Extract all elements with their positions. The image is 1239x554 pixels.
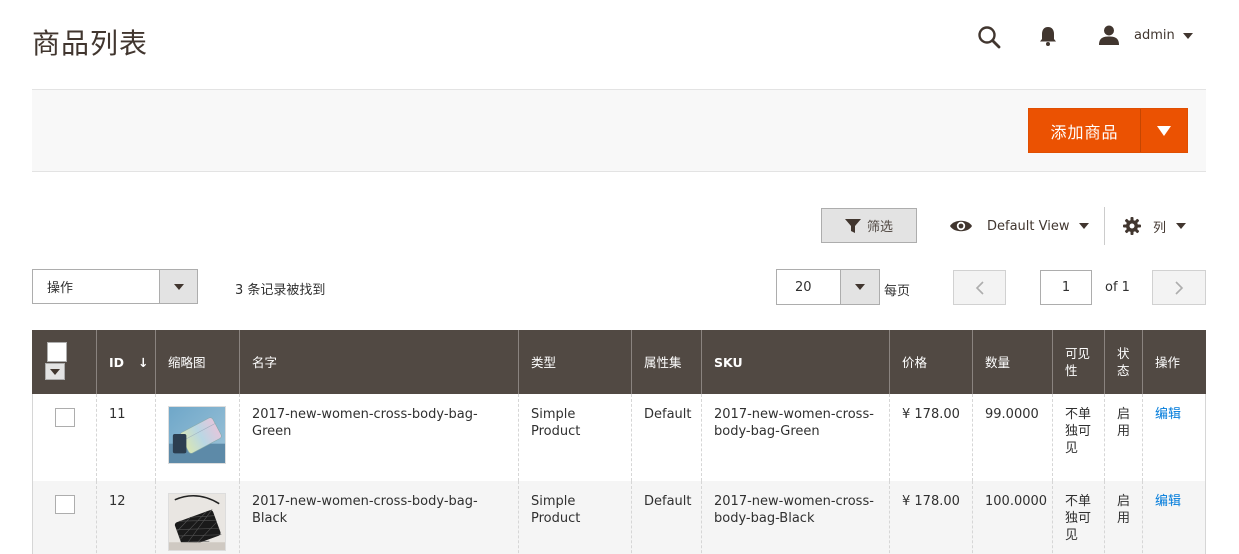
chevron-down-icon [1157,125,1171,136]
chevron-down-icon [173,283,184,290]
select-all-toggle[interactable] [45,363,65,380]
column-header-sku[interactable]: SKU [701,330,890,394]
cell-price: ¥ 178.00 [889,394,973,481]
cell-thumbnail [155,394,240,481]
chevron-down-icon [855,284,865,290]
product-thumbnail-image[interactable] [168,406,226,464]
cell-quantity: 100.0000 [972,481,1053,554]
filters-button[interactable]: 筛选 [821,208,917,243]
column-header-price[interactable]: 价格 [889,330,973,394]
search-icon[interactable] [976,24,1002,50]
column-header-type[interactable]: 类型 [518,330,632,394]
cell-attribute-set: Default [631,481,702,554]
per-page-label: 每页 [884,284,911,299]
cell-name: 2017-new-women-cross-body-bag-Green [239,394,519,481]
per-page-select[interactable]: 20 [776,269,880,305]
cell-sku: 2017-new-women-cross-body-bag-Green [701,394,890,481]
mass-actions-toggle[interactable] [159,270,197,303]
mass-actions-label: 操作 [47,281,74,296]
chevron-down-icon [1176,223,1187,229]
chevron-down-icon [1079,223,1090,229]
select-all-header[interactable] [32,330,97,394]
cell-thumbnail [155,481,240,554]
cell-id: 12 [96,481,156,554]
add-product-dropdown-toggle[interactable] [1141,109,1187,152]
column-header-visibility[interactable]: 可见性 [1052,330,1105,394]
add-product-label[interactable]: 添加商品 [1029,109,1140,152]
view-switcher[interactable]: Default View [949,214,1090,238]
per-page-value: 20 [795,279,812,295]
user-icon [1099,25,1119,45]
column-header-status[interactable]: 状态 [1104,330,1143,394]
per-page-toggle[interactable] [840,270,879,304]
gear-icon [1123,217,1141,235]
cell-action: 编辑 [1142,394,1206,481]
cell-visibility: 不单独可见 [1052,394,1105,481]
user-menu[interactable]: admin [1098,22,1193,48]
add-product-button[interactable]: 添加商品 [1028,108,1188,153]
row-checkbox[interactable] [55,408,75,427]
chevron-left-icon [975,280,984,295]
records-found: 3 条记录被找到 [235,283,326,298]
column-header-quantity[interactable]: 数量 [972,330,1053,394]
table-row[interactable]: 11 2017-new-women-cross-body-bag-Green S… [32,394,1206,481]
chevron-right-icon [1175,280,1184,295]
view-label: Default View [987,218,1070,234]
column-header-thumbnail: 缩略图 [155,330,240,394]
cell-type: Simple Product [518,481,632,554]
row-select-cell [32,481,97,554]
cell-name: 2017-new-women-cross-body-bag-Black [239,481,519,554]
column-header-attribute-set[interactable]: 属性集 [631,330,702,394]
next-page-button[interactable] [1152,270,1206,305]
sort-down-icon: ↓ [138,354,149,370]
page-title: 商品列表 [32,27,149,60]
column-header-name[interactable]: 名字 [239,330,519,394]
chevron-down-icon [1182,33,1193,39]
columns-label: 列 [1153,220,1167,236]
cell-attribute-set: Default [631,394,702,481]
columns-control[interactable]: 列 [1123,214,1187,238]
cell-status: 启用 [1104,394,1143,481]
chevron-down-icon [50,368,60,375]
user-name: admin [1134,27,1175,43]
cell-status: 启用 [1104,481,1143,554]
previous-page-button[interactable] [953,270,1006,305]
mass-actions-select[interactable]: 操作 [32,269,198,304]
total-pages: of 1 [1105,280,1130,295]
divider [1104,207,1105,245]
cell-id: 11 [96,394,156,481]
grid-header-row: ID ↓ 缩略图 名字 类型 属性集 SKU 价格 数量 可见性 状态 操作 [32,330,1206,394]
cell-quantity: 99.0000 [972,394,1053,481]
bell-icon[interactable] [1037,25,1059,47]
column-header-id[interactable]: ID ↓ [96,330,156,394]
cell-action: 编辑 [1142,481,1206,554]
table-row[interactable]: 12 2017-new-women-cross-body-bag-Black S… [32,481,1206,554]
funnel-icon [844,218,861,233]
page-number-input[interactable] [1040,270,1092,305]
edit-link[interactable]: 编辑 [1155,407,1181,422]
edit-link[interactable]: 编辑 [1155,494,1181,509]
row-select-cell [32,394,97,481]
product-grid: ID ↓ 缩略图 名字 类型 属性集 SKU 价格 数量 可见性 状态 操作 11 [32,330,1206,554]
column-header-label: ID [109,354,125,370]
cell-visibility: 不单独可见 [1052,481,1105,554]
row-checkbox[interactable] [55,495,75,514]
filters-label: 筛选 [866,220,893,235]
cell-type: Simple Product [518,394,632,481]
column-header-action: 操作 [1142,330,1206,394]
select-all-checkbox[interactable] [47,342,67,362]
eye-icon [950,220,972,232]
cell-price: ¥ 178.00 [889,481,973,554]
cell-sku: 2017-new-women-cross-body-bag-Black [701,481,890,554]
product-thumbnail-image[interactable] [168,493,226,551]
